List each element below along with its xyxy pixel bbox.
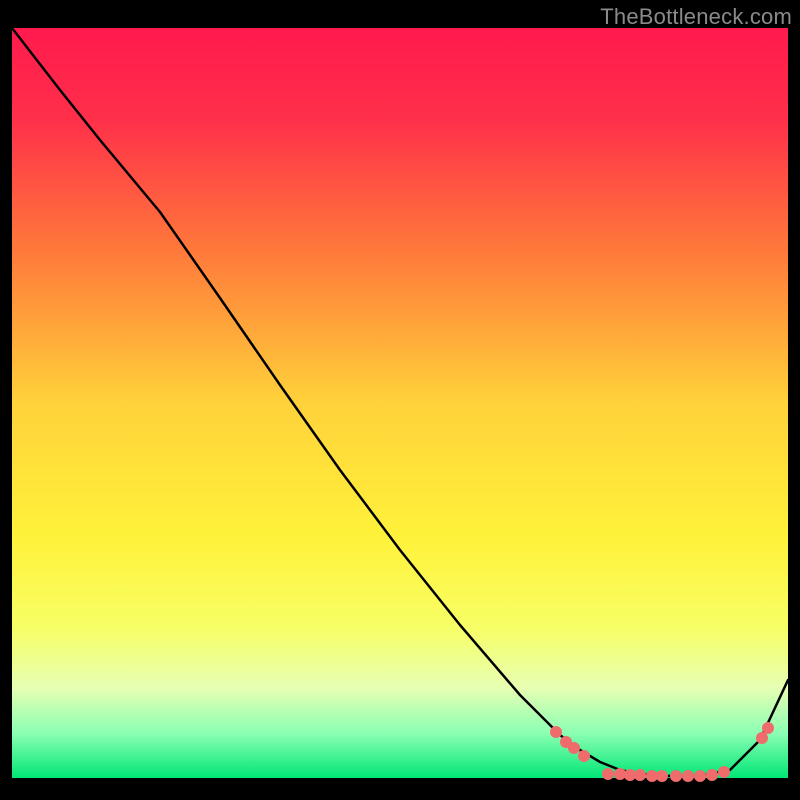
data-marker	[718, 766, 730, 778]
data-marker	[602, 768, 614, 780]
chart-container: TheBottleneck.com	[0, 0, 800, 800]
data-marker	[706, 769, 718, 781]
data-marker	[578, 750, 590, 762]
data-marker	[634, 769, 646, 781]
data-marker	[694, 770, 706, 782]
chart-svg	[0, 0, 800, 800]
data-marker	[762, 722, 774, 734]
plot-background	[12, 28, 788, 778]
data-marker	[568, 742, 580, 754]
data-marker	[670, 770, 682, 782]
data-marker	[550, 726, 562, 738]
data-marker	[756, 732, 768, 744]
data-marker	[656, 770, 668, 782]
data-marker	[682, 770, 694, 782]
